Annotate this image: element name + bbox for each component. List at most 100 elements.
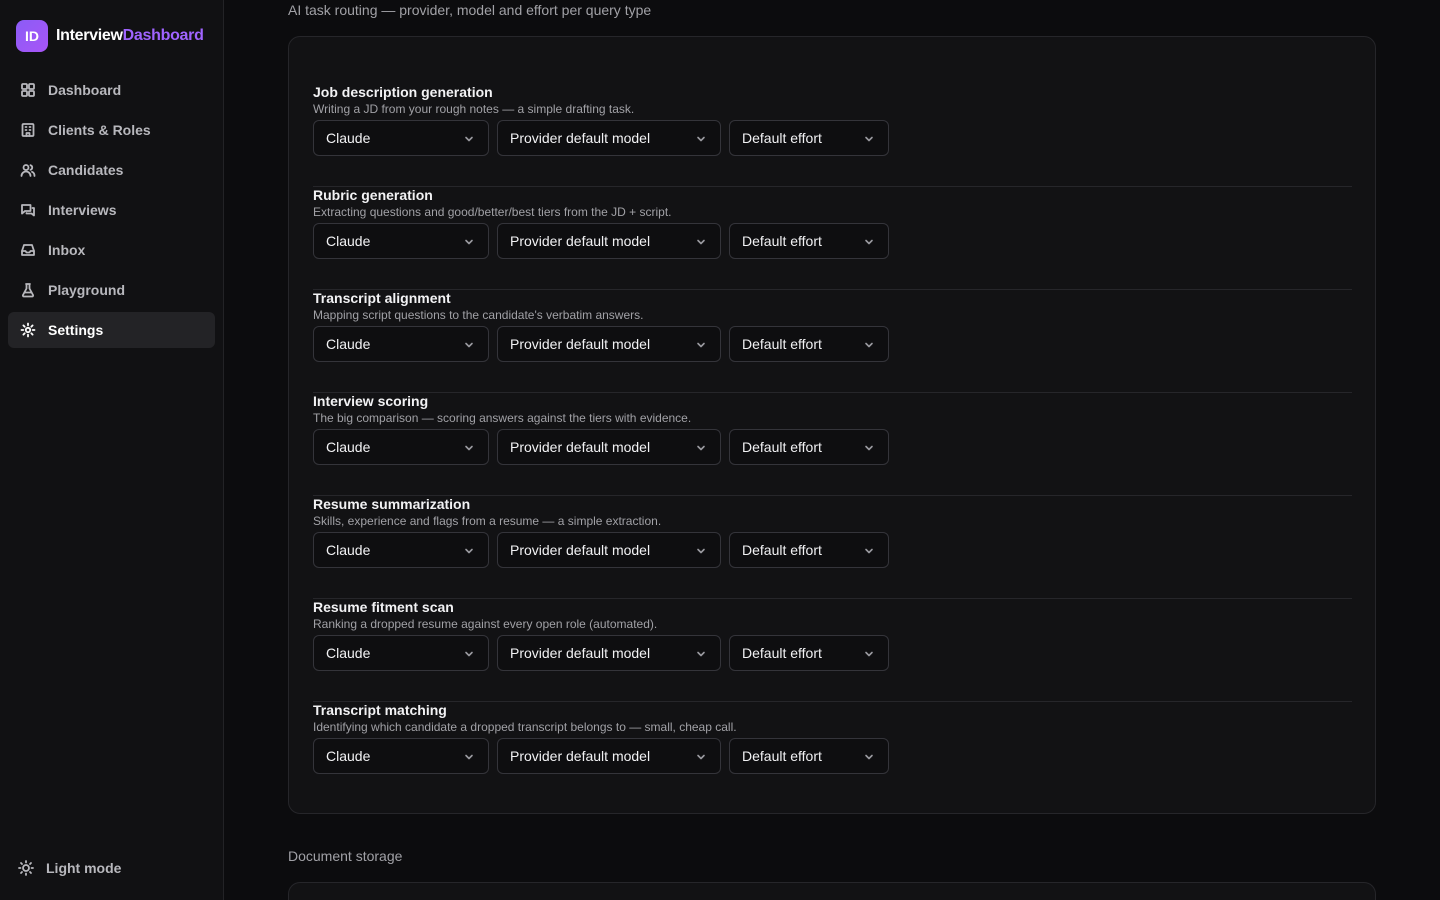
gear-icon	[20, 322, 36, 338]
effort-select[interactable]: Default effort	[729, 120, 889, 156]
model-select[interactable]: Provider default model	[497, 738, 721, 774]
task-name: Transcript matching	[313, 702, 447, 718]
theme-toggle-label: Light mode	[46, 860, 122, 876]
provider-select-value: Claude	[326, 645, 371, 661]
sidebar: ID InterviewDashboard Dashboard Clients …	[0, 0, 224, 900]
chat-icon	[21, 204, 35, 217]
provider-select-value: Claude	[326, 336, 371, 352]
provider-select[interactable]: Claude	[313, 635, 489, 671]
model-select-value: Provider default model	[510, 439, 651, 455]
brand-name: InterviewDashboard	[56, 27, 204, 45]
chevron-down-icon	[696, 752, 706, 762]
task-row-transcript-matching: Transcript matching Identifying which ca…	[313, 702, 1352, 805]
model-select[interactable]: Provider default model	[497, 429, 721, 465]
chevron-down-icon	[864, 237, 874, 247]
inbox-icon	[21, 244, 35, 256]
model-select-value: Provider default model	[510, 336, 651, 352]
effort-select[interactable]: Default effort	[729, 223, 889, 259]
sidebar-item-interviews[interactable]: Interviews	[8, 192, 215, 228]
flask-icon	[21, 283, 35, 298]
sidebar-item-label: Candidates	[48, 162, 124, 178]
chevron-down-icon	[464, 443, 474, 453]
task-row-resume-summarization: Resume summarization Skills, experience …	[313, 496, 1352, 599]
effort-select[interactable]: Default effort	[729, 429, 889, 465]
sidebar-item-label: Clients & Roles	[48, 122, 151, 138]
task-row-rubric: Rubric generation Extracting questions a…	[313, 187, 1352, 290]
theme-toggle-button[interactable]: Light mode	[18, 856, 121, 880]
brand-name-primary: Interview	[56, 27, 123, 44]
storage-card	[288, 882, 1376, 900]
task-name: Rubric generation	[313, 187, 433, 203]
sidebar-nav: Dashboard Clients & Roles Candidates Int…	[8, 72, 215, 352]
task-row-resume-fitment-scan: Resume fitment scan Ranking a dropped re…	[313, 599, 1352, 702]
effort-select[interactable]: Default effort	[729, 326, 889, 362]
sidebar-item-clients-roles[interactable]: Clients & Roles	[8, 112, 215, 148]
task-row-transcript-alignment: Transcript alignment Mapping script ques…	[313, 290, 1352, 393]
provider-select[interactable]: Claude	[313, 738, 489, 774]
effort-select-value: Default effort	[742, 336, 822, 352]
chevron-down-icon	[464, 752, 474, 762]
provider-select-value: Claude	[326, 130, 371, 146]
task-name: Interview scoring	[313, 393, 429, 409]
users-icon	[20, 164, 36, 177]
model-select[interactable]: Provider default model	[497, 120, 721, 156]
provider-select[interactable]: Claude	[313, 223, 489, 259]
model-select-value: Provider default model	[510, 748, 651, 764]
task-description: Writing a JD from your rough notes — a s…	[313, 102, 635, 116]
sidebar-item-label: Settings	[48, 322, 104, 338]
model-select-value: Provider default model	[510, 645, 651, 661]
chevron-down-icon	[464, 134, 474, 144]
provider-select[interactable]: Claude	[313, 429, 489, 465]
effort-select-value: Default effort	[742, 645, 822, 661]
sidebar-item-label: Dashboard	[48, 82, 122, 98]
routing-section-title: AI task routing — provider, model and ef…	[288, 2, 652, 18]
model-select[interactable]: Provider default model	[497, 635, 721, 671]
task-description: Identifying which candidate a dropped tr…	[313, 720, 737, 734]
task-name: Resume summarization	[313, 496, 471, 512]
model-select-value: Provider default model	[510, 233, 651, 249]
model-select[interactable]: Provider default model	[497, 532, 721, 568]
task-description: Mapping script questions to the candidat…	[313, 308, 644, 322]
model-select[interactable]: Provider default model	[497, 223, 721, 259]
sidebar-item-candidates[interactable]: Candidates	[8, 152, 215, 188]
building-icon	[21, 123, 35, 137]
provider-select-value: Claude	[326, 233, 371, 249]
chevron-down-icon	[464, 340, 474, 350]
sidebar-item-label: Interviews	[48, 202, 117, 218]
task-name: Resume fitment scan	[313, 599, 454, 615]
sidebar-item-settings[interactable]: Settings	[8, 312, 215, 348]
provider-select[interactable]: Claude	[313, 326, 489, 362]
model-select[interactable]: Provider default model	[497, 326, 721, 362]
chevron-down-icon	[464, 546, 474, 556]
effort-select[interactable]: Default effort	[729, 532, 889, 568]
sidebar-item-playground[interactable]: Playground	[8, 272, 215, 308]
effort-select[interactable]: Default effort	[729, 635, 889, 671]
chevron-down-icon	[864, 752, 874, 762]
effort-select[interactable]: Default effort	[729, 738, 889, 774]
brand-name-accent: Dashboard	[122, 27, 204, 44]
sun-icon	[18, 860, 34, 876]
sidebar-item-inbox[interactable]: Inbox	[8, 232, 215, 268]
provider-select-value: Claude	[326, 439, 371, 455]
chevron-down-icon	[696, 443, 706, 453]
storage-section-title: Document storage	[288, 848, 403, 864]
provider-select-value: Claude	[326, 542, 371, 558]
chevron-down-icon	[864, 649, 874, 659]
effort-select-value: Default effort	[742, 748, 822, 764]
chevron-down-icon	[696, 649, 706, 659]
effort-select-value: Default effort	[742, 439, 822, 455]
provider-select[interactable]: Claude	[313, 120, 489, 156]
chevron-down-icon	[464, 237, 474, 247]
model-select-value: Provider default model	[510, 130, 651, 146]
grid-icon	[21, 83, 35, 97]
chevron-down-icon	[864, 134, 874, 144]
sidebar-item-dashboard[interactable]: Dashboard	[8, 72, 215, 108]
provider-select-value: Claude	[326, 748, 371, 764]
chevron-down-icon	[696, 546, 706, 556]
routing-card: Job description generation Writing a JD …	[288, 36, 1376, 814]
provider-select[interactable]: Claude	[313, 532, 489, 568]
effort-select-value: Default effort	[742, 130, 822, 146]
chevron-down-icon	[864, 443, 874, 453]
task-description: Skills, experience and flags from a resu…	[313, 514, 662, 528]
brand[interactable]: ID InterviewDashboard	[16, 20, 204, 52]
